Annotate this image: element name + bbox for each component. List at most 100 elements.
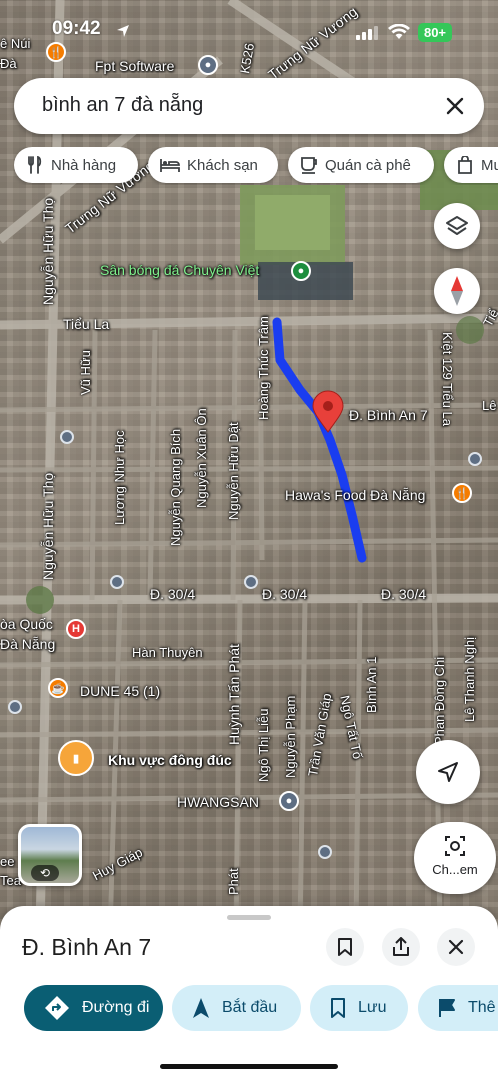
close-icon[interactable] <box>442 93 468 119</box>
battery-indicator: 80+ <box>418 23 452 42</box>
save-place-button[interactable] <box>326 928 364 966</box>
map-label: Tiểu La <box>63 316 110 332</box>
fpt-software-poi-icon[interactable]: ● <box>198 55 218 75</box>
action-label: Lưu <box>358 999 387 1016</box>
map-label: Đ. Bình An 7 <box>349 407 428 423</box>
lens-label: Ch...em <box>432 862 478 877</box>
map-label: Phát <box>226 868 241 895</box>
poi-marker-icon[interactable] <box>244 575 258 589</box>
share-icon <box>393 937 409 956</box>
map-label: Đ. 30/4 <box>381 586 427 602</box>
camera-search-icon <box>445 836 465 856</box>
map-label: Hoàng Thúc Trâm <box>256 316 271 420</box>
restaurant-icon <box>28 156 42 174</box>
chip-label: Quán cà phê <box>325 156 411 174</box>
start-button[interactable]: Bắt đầu <box>172 985 301 1031</box>
map-label: Phan Đông Chi <box>432 656 447 745</box>
crowded-area-icon[interactable]: ▮ <box>58 740 94 776</box>
chip-cafes[interactable]: Quán cà phê <box>288 147 434 183</box>
hospital-poi-icon[interactable]: H <box>66 619 86 639</box>
map-label: Ngô Thị Liễu <box>256 708 271 782</box>
directions-icon <box>45 996 69 1020</box>
route-line <box>272 317 367 563</box>
close-sheet-button[interactable] <box>437 928 475 966</box>
place-title: Đ. Bình An 7 <box>22 934 152 960</box>
map-label: Đ. 30/4 <box>150 586 196 602</box>
chip-shopping[interactable]: Mu <box>444 147 498 183</box>
category-chips: Nhà hàng Khách sạn Quán cà phê Mu <box>14 147 498 185</box>
hawas-food-poi-icon[interactable]: 🍴 <box>452 483 472 503</box>
place-sheet[interactable]: Đ. Bình An 7 Đường đi Bắt đầu Lưu Thê <box>0 906 498 1080</box>
poi-marker-icon[interactable] <box>318 845 332 859</box>
sheet-drag-handle[interactable] <box>227 915 271 920</box>
hotel-icon <box>160 159 180 172</box>
action-label: Đường đi <box>82 999 150 1016</box>
layers-button[interactable] <box>434 203 480 249</box>
chip-label: Khách sạn <box>187 156 258 174</box>
flag-icon <box>439 999 455 1017</box>
poi-marker-icon[interactable] <box>60 430 74 444</box>
search-bar[interactable]: bình an 7 đà nẵng <box>14 78 484 134</box>
shopping-icon <box>458 156 472 174</box>
home-indicator[interactable] <box>160 1064 338 1069</box>
street-view-thumbnail[interactable]: ⟲ <box>18 824 82 886</box>
lens-button[interactable]: Ch...em <box>414 822 496 894</box>
map-label: Nguyễn Hữu Thọ <box>40 472 56 580</box>
coffee-icon <box>301 157 317 174</box>
map-label: Vũ Hữu <box>78 350 93 395</box>
map-label: Sân bóng đá Chuyên Việt <box>100 262 260 278</box>
compass-icon <box>451 276 463 306</box>
map-label: òa Quốc Đà Nẵng <box>0 616 56 652</box>
sports-field-poi-icon[interactable]: ● <box>291 261 311 281</box>
map-label: Lương Như Học <box>112 430 127 525</box>
search-query[interactable]: bình an 7 đà nẵng <box>42 94 203 117</box>
map-label: DUNE 45 (1) <box>80 683 161 699</box>
action-label: Bắt đầu <box>222 999 278 1016</box>
map-label: Hàn Thuyên <box>132 645 203 660</box>
chip-label: Nhà hàng <box>51 156 117 174</box>
signal-icon <box>356 26 378 40</box>
poi-marker-icon[interactable] <box>110 575 124 589</box>
navigation-arrow-icon <box>193 998 209 1018</box>
rotate-360-icon: ⟲ <box>31 865 59 881</box>
map-label: Huỳnh Tấn Phát <box>226 644 242 745</box>
save-button[interactable]: Lưu <box>310 985 408 1031</box>
map-label: Hawa's Food Đà Nẵng <box>285 487 426 503</box>
hwangsan-poi-icon[interactable]: ● <box>279 791 299 811</box>
map-label: Bình An 1 <box>364 656 379 713</box>
directions-button[interactable]: Đường đi <box>24 985 163 1031</box>
status-time: 09:42 <box>52 18 101 39</box>
location-arrow-icon <box>117 25 129 37</box>
share-button[interactable] <box>382 928 420 966</box>
bookmark-icon <box>331 998 345 1018</box>
wifi-icon <box>388 24 410 39</box>
my-location-button[interactable] <box>416 740 480 804</box>
map-label: Nguyễn Xuân Ôn <box>194 408 209 508</box>
map-label: Khu vực đông đúc <box>108 752 232 768</box>
status-bar: 09:42 80+ <box>0 18 498 48</box>
compass-button[interactable] <box>434 268 480 314</box>
map-label: Nguyễn Quang Bích <box>168 428 183 546</box>
cafe-poi-icon[interactable]: ☕ <box>48 678 68 698</box>
chip-hotels[interactable]: Khách sạn <box>148 147 278 183</box>
map-label: Lê Thanh Nghị <box>462 636 477 722</box>
navigation-arrow-icon <box>438 762 458 782</box>
map-label: Lê <box>482 398 497 413</box>
map-label: Đ. 30/4 <box>262 586 308 602</box>
layers-icon <box>446 216 468 235</box>
map-label: Nguyễn Hữu Thọ <box>40 197 56 305</box>
label-button[interactable]: Thê <box>418 985 498 1031</box>
poi-marker-icon[interactable] <box>8 700 22 714</box>
chip-label: Mu <box>481 156 498 174</box>
action-label: Thê <box>468 999 496 1016</box>
bookmark-icon <box>338 938 352 956</box>
map-label: Kiệt 129 Tiểu La <box>440 332 455 426</box>
destination-pin-icon[interactable] <box>312 390 344 433</box>
map-label: HWANGSAN <box>177 794 259 810</box>
map-label: Nguyễn Phạm <box>283 695 298 778</box>
map-label: Fpt Software <box>95 58 175 74</box>
close-icon <box>448 939 464 955</box>
poi-marker-icon[interactable] <box>468 452 482 466</box>
map-label: Nguyễn Hữu Dật <box>226 422 241 520</box>
chip-restaurants[interactable]: Nhà hàng <box>14 147 138 183</box>
